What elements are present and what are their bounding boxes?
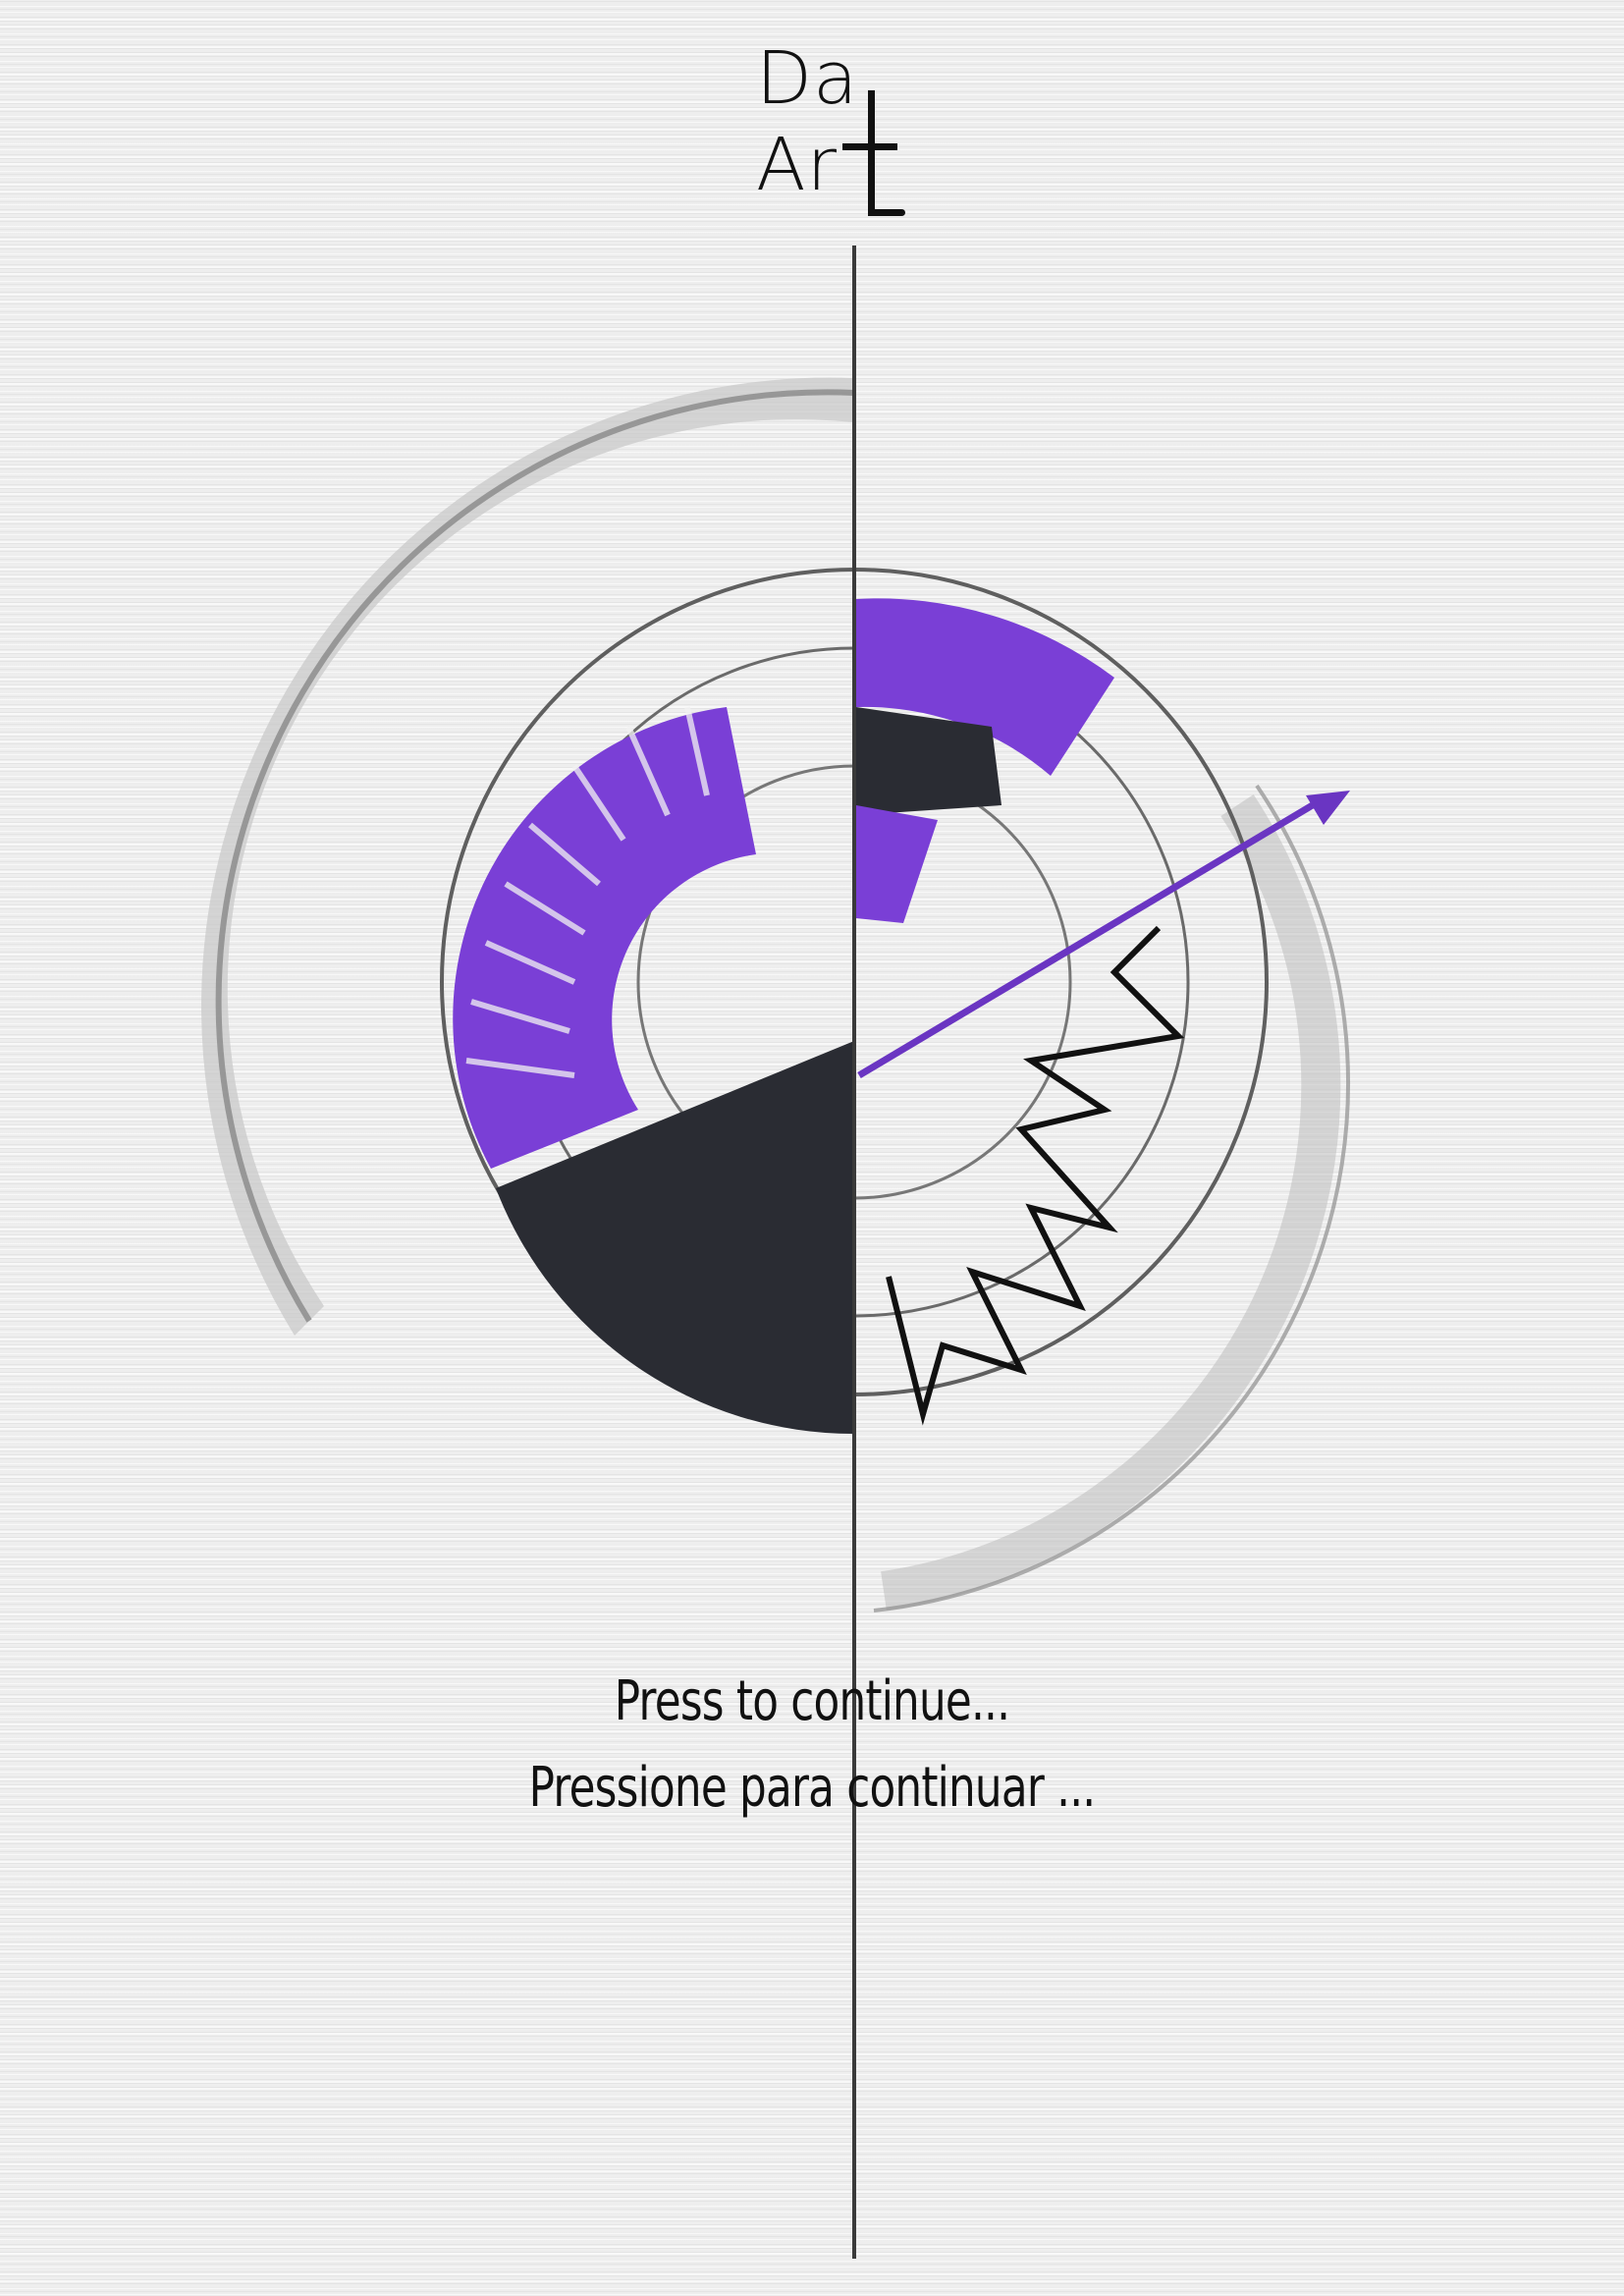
continue-prompt-english[interactable]: Press to continue... xyxy=(179,1669,1445,1733)
press-to-continue-area[interactable] xyxy=(0,0,1624,2296)
continue-prompt-portuguese[interactable]: Pressione para continuar ... xyxy=(179,1756,1445,1820)
